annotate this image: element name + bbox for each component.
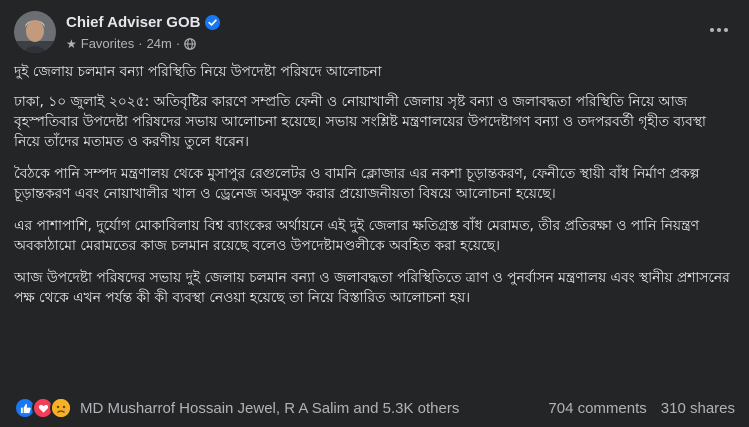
post-footer: MD Musharrof Hossain Jewel, R A Salim an… <box>14 393 735 423</box>
post-paragraph-1: ঢাকা, ১০ জুলাই ২০২৫: অতিবৃষ্টির কারণে সম… <box>14 94 706 150</box>
more-horizontal-icon <box>710 28 714 32</box>
post-paragraph-2: বৈঠকে পানি সম্পদ মন্ত্রণালয় থেকে মুসাপু… <box>14 166 700 202</box>
post-body: দুই জেলায় চলমান বন্যা পরিস্থিতি নিয়ে উ… <box>14 62 735 308</box>
post-header: Chief Adviser GOB ★ Favorites · 24m · <box>14 0 735 62</box>
comments-count[interactable]: 704 comments <box>548 400 646 417</box>
reaction-icons[interactable] <box>14 397 72 419</box>
shares-count[interactable]: 310 shares <box>661 400 735 417</box>
engagement-counts: 704 comments 310 shares <box>548 400 735 417</box>
verified-badge-icon <box>205 15 221 30</box>
post-paragraph-4: আজ উপদেষ্টা পরিষদের সভায় দুই জেলায় চলম… <box>14 270 730 306</box>
author-name[interactable]: Chief Adviser GOB <box>66 14 200 31</box>
more-options-button[interactable] <box>707 20 731 40</box>
post-card: Chief Adviser GOB ★ Favorites · 24m · দু… <box>0 0 749 427</box>
author-avatar[interactable] <box>14 11 56 53</box>
star-icon: ★ <box>66 36 77 51</box>
globe-icon <box>184 37 197 50</box>
post-paragraph-3: এর পাশাপাশি, দুর্যোগ মোকাবিলায় বিশ্ব ব্… <box>14 218 699 254</box>
post-time[interactable]: 24m <box>147 36 172 51</box>
reactors-summary[interactable]: MD Musharrof Hossain Jewel, R A Salim an… <box>80 400 548 417</box>
post-meta: Chief Adviser GOB ★ Favorites · 24m · <box>66 11 735 51</box>
separator-dot-2: · <box>175 36 181 51</box>
audience-label: Favorites <box>80 36 135 51</box>
sad-icon <box>50 397 72 419</box>
separator-dot: · <box>138 36 143 51</box>
post-title: দুই জেলায় চলমান বন্যা পরিস্থিতি নিয়ে উ… <box>14 64 382 80</box>
